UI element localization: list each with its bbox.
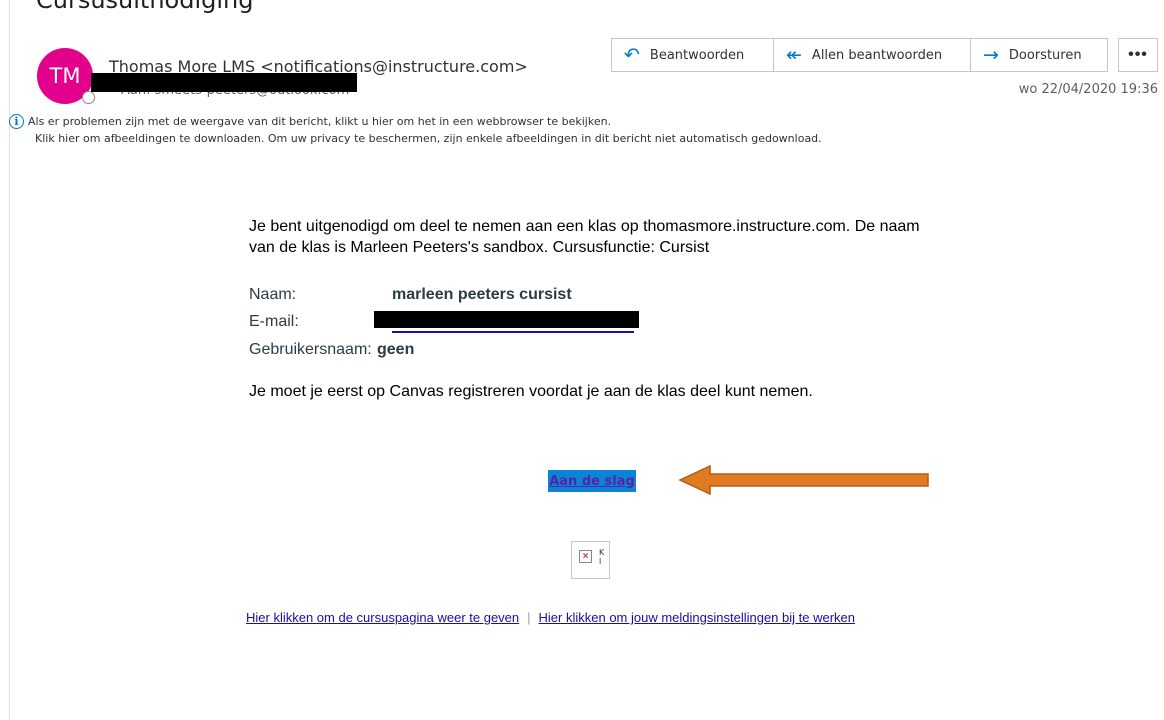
more-icon: ••• bbox=[1128, 46, 1148, 63]
username-value: geen bbox=[377, 341, 415, 358]
broken-image-alt: K l bbox=[599, 548, 605, 566]
reading-pane-border bbox=[9, 0, 10, 720]
redaction-bar bbox=[374, 311, 639, 328]
broken-image-icon: × bbox=[579, 550, 592, 563]
message-actions: ↶ Beantwoorden ↞ Allen beantwoorden → Do… bbox=[611, 38, 1108, 72]
invitation-text: Je bent uitgenodigd om deel te nemen aan… bbox=[249, 218, 920, 256]
info-icon: i bbox=[9, 114, 24, 129]
reply-label: Beantwoorden bbox=[649, 47, 745, 63]
redaction-bar bbox=[91, 73, 357, 92]
orange-arrow-annotation bbox=[678, 464, 929, 496]
avatar-initials: TM bbox=[49, 64, 81, 88]
reply-all-icon: ↞ bbox=[786, 43, 802, 66]
username-label: Gebruikersnaam: bbox=[249, 341, 372, 358]
email-label: E-mail: bbox=[249, 313, 299, 330]
forward-icon: → bbox=[983, 43, 999, 66]
email-subject: Cursusuitnodiging bbox=[36, 0, 254, 14]
forward-button[interactable]: → Doorsturen bbox=[970, 38, 1108, 72]
name-label: Naam: bbox=[249, 286, 297, 303]
forward-label: Doorsturen bbox=[1008, 47, 1082, 63]
broken-image: × K l bbox=[571, 541, 610, 579]
reply-all-button[interactable]: ↞ Allen beantwoorden bbox=[773, 38, 971, 72]
reply-icon: ↶ bbox=[624, 43, 640, 66]
register-notice: Je moet je eerst op Canvas registreren v… bbox=[249, 383, 813, 400]
notification-settings-link[interactable]: Hier klikken om jouw meldingsinstellinge… bbox=[539, 610, 855, 625]
course-page-link[interactable]: Hier klikken om de cursuspagina weer te … bbox=[246, 610, 519, 625]
reply-all-label: Allen beantwoorden bbox=[811, 47, 943, 63]
download-images-notice[interactable]: Klik hier om afbeeldingen te downloaden.… bbox=[35, 132, 822, 145]
arrow-shape bbox=[678, 464, 929, 496]
presence-status-icon bbox=[82, 91, 95, 104]
footer-links: Hier klikken om de cursuspagina weer te … bbox=[246, 610, 855, 625]
footer-separator: | bbox=[527, 610, 531, 625]
get-started-button[interactable]: Aan de slag bbox=[548, 470, 636, 492]
name-value: marleen peeters cursist bbox=[392, 286, 572, 303]
message-date: wo 22/04/2020 19:36 bbox=[1018, 82, 1158, 97]
reply-button[interactable]: ↶ Beantwoorden bbox=[611, 38, 774, 72]
more-actions-button[interactable]: ••• bbox=[1118, 38, 1158, 72]
view-in-browser-notice[interactable]: Als er problemen zijn met de weergave va… bbox=[28, 115, 611, 128]
